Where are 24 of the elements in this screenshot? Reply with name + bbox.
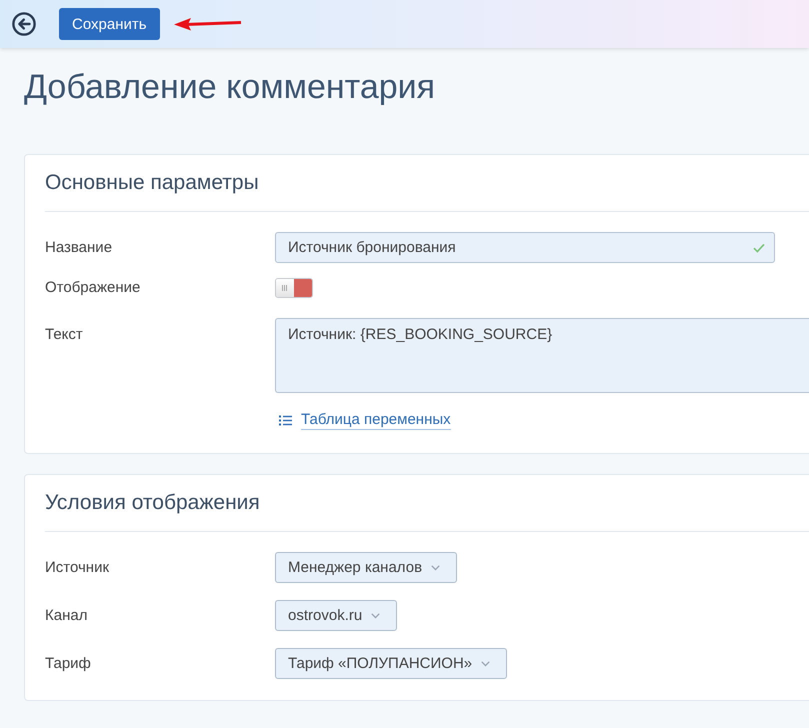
text-input[interactable]: Источник бронирования: [275, 232, 775, 263]
section-title: Условия отображения: [45, 491, 260, 515]
variables-link[interactable]: Таблица переменных: [301, 410, 451, 430]
page-title: Добавление комментария: [24, 67, 436, 107]
field-label: Канал: [45, 606, 88, 624]
field-label: Источник: [45, 558, 110, 576]
chevron-down-icon: [481, 660, 490, 666]
toggle-switch[interactable]: [275, 278, 313, 298]
save-button[interactable]: Сохранить: [59, 8, 160, 40]
arrow-icon: [174, 17, 242, 31]
field-label: Тариф: [45, 654, 92, 672]
dropdown[interactable]: Тариф «ПОЛУПАНСИОН»: [275, 648, 508, 679]
field-label: Текст: [45, 325, 84, 344]
textarea-field[interactable]: Источник: {RES_BOOKING_SOURCE}: [275, 318, 809, 393]
chevron-down-icon: [431, 564, 440, 570]
dropdown[interactable]: Менеджер каналов: [275, 552, 458, 583]
back-icon: [12, 12, 36, 36]
field-label: Название: [45, 238, 114, 256]
dropdown[interactable]: ostrovok.ru: [275, 600, 398, 631]
chevron-down-icon: [371, 612, 380, 618]
back-button[interactable]: [12, 12, 36, 36]
section-title: Основные параметры: [45, 171, 259, 195]
list-icon[interactable]: [279, 414, 292, 426]
field-label: Отображение: [45, 279, 142, 297]
